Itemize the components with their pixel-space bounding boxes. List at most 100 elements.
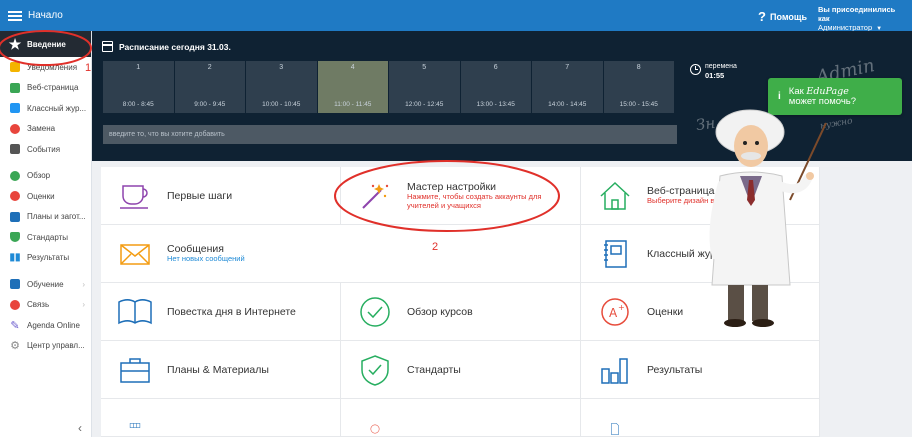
tile-grades[interactable]: A + Оценки <box>581 283 820 341</box>
sidebar-item-plans[interactable]: Планы и загот... <box>0 207 91 228</box>
tile-title: Первые шаги <box>167 189 233 202</box>
sidebar-item-results[interactable]: ▮▮ Результаты <box>0 248 91 269</box>
journal-icon <box>10 103 20 114</box>
period-number: 5 <box>422 64 427 71</box>
help-bubble-prefix: Как <box>788 85 807 97</box>
sidebar-item-substitution[interactable]: Замена <box>0 119 91 140</box>
svg-text:A: A <box>609 306 618 320</box>
sidebar-item-web-page[interactable]: Веб-страница <box>0 78 91 99</box>
shield-check-icon <box>361 354 389 386</box>
sidebar-item-events[interactable]: События <box>0 139 91 160</box>
tile-setup-wizard[interactable]: Мастер настройки Нажмите, чтобы создать … <box>341 167 581 225</box>
break-time: 01:55 <box>705 71 725 80</box>
tile-subtitle: Нет новых сообщений <box>167 254 245 264</box>
period-number: 3 <box>279 64 284 71</box>
tile-results[interactable]: Результаты <box>581 341 820 399</box>
schedule-title-text: Расписание сегодня 31.03. <box>119 41 231 52</box>
check-circle-icon <box>10 170 20 181</box>
sidebar-item-label: Agenda Online <box>27 320 80 330</box>
annotation-number-2: 2 <box>432 241 439 253</box>
person-icon <box>10 123 20 134</box>
tile-partial[interactable] <box>101 399 341 437</box>
sidebar-item-grades[interactable]: Оценки <box>0 186 91 207</box>
period-cell[interactable]: 8 15:00 - 15:45 <box>603 61 674 113</box>
sidebar-item-label: Оценки <box>27 191 55 201</box>
tile-partial[interactable] <box>341 399 581 437</box>
help-bubble[interactable]: i Как EduPage может помочь? <box>768 78 902 115</box>
chevron-right-icon: › <box>82 300 85 310</box>
chevron-right-icon: › <box>82 279 85 289</box>
sidebar-item-communication[interactable]: Связь › <box>0 295 91 316</box>
schedule-title: Расписание сегодня 31.03. <box>102 41 231 52</box>
tile-plans-materials[interactable]: Планы & Материалы <box>101 341 341 399</box>
open-book-icon <box>118 298 152 324</box>
grade-icon <box>10 191 20 202</box>
sidebar-item-control-center[interactable]: ⚙ Центр управл... <box>0 336 91 357</box>
tile-title: Оценки <box>647 305 684 318</box>
tile-title: Планы & Материалы <box>167 363 269 376</box>
menu-icon[interactable] <box>8 10 22 21</box>
sidebar-item-label: Результаты <box>27 253 70 263</box>
calendar-icon <box>102 41 113 52</box>
period-cell[interactable]: 1 8:00 - 8:45 <box>103 61 174 113</box>
sidebar-item-label: Замена <box>27 124 56 134</box>
cup-icon <box>120 184 148 209</box>
svg-text:+: + <box>618 303 625 312</box>
schedule-periods: 1 8:00 - 8:45 2 9:00 - 9:45 3 10:00 - 10:45… <box>103 61 674 113</box>
period-cell[interactable]: 6 13:00 - 13:45 <box>460 61 531 113</box>
help-button[interactable]: ? Помощь <box>758 9 807 24</box>
sidebar-item-label: Введение <box>27 39 66 49</box>
tile-course-overview[interactable]: Обзор курсов <box>341 283 581 341</box>
sidebar-item-label: Связь <box>27 300 50 310</box>
sidebar-item-class-journal[interactable]: Классный жур... <box>0 98 91 119</box>
envelope-icon <box>10 62 20 73</box>
annotation-number-1: 1 <box>85 62 92 74</box>
period-number: 6 <box>493 64 498 71</box>
tile-first-steps[interactable]: Первые шаги <box>101 167 341 225</box>
sidebar-item-label: Обзор <box>27 171 51 181</box>
period-time: 15:00 - 15:45 <box>619 101 658 108</box>
tile-class-journal[interactable]: Классный журнал <box>581 225 820 283</box>
circle-icon <box>370 424 380 434</box>
period-cell-current[interactable]: 4 11:00 - 11:45 <box>317 61 388 113</box>
period-number: 1 <box>136 64 141 71</box>
period-time: 12:00 - 12:45 <box>405 101 444 108</box>
sidebar-item-overview[interactable]: Обзор <box>0 166 91 187</box>
pen-icon: ✎ <box>10 319 20 332</box>
tile-standards[interactable]: Стандарты <box>341 341 581 399</box>
tile-partial[interactable] <box>581 399 820 437</box>
period-cell[interactable]: 3 10:00 - 10:45 <box>246 61 317 113</box>
period-cell[interactable]: 5 12:00 - 12:45 <box>389 61 460 113</box>
tile-online-agenda[interactable]: Повестка дня в Интернете <box>101 283 341 341</box>
sidebar-item-label: Центр управл... <box>27 341 85 351</box>
period-time: 14:00 - 14:45 <box>548 101 587 108</box>
sidebar-item-notifications[interactable]: Уведомления <box>0 57 91 78</box>
tile-messages[interactable]: Сообщения Нет новых сообщений <box>101 225 581 283</box>
add-item-input[interactable]: введите то, что вы хотите добавить <box>103 125 677 144</box>
collapse-sidebar-icon[interactable]: ‹ <box>78 421 82 435</box>
tile-subtitle: Выберите дизайн в <box>647 196 715 206</box>
break-timer: перемена 01:55 <box>690 63 737 80</box>
plans-icon <box>10 211 20 222</box>
sidebar-item-agenda-online[interactable]: ✎ Agenda Online <box>0 315 91 336</box>
tile-subtitle: учителей и учащихся <box>407 200 481 210</box>
sidebar-item-label: Веб-страница <box>27 83 79 93</box>
calendar-icon <box>10 144 20 155</box>
sidebar-item-standards[interactable]: Стандарты <box>0 227 91 248</box>
shield-icon <box>10 232 20 243</box>
sidebar-item-intro[interactable]: ★ Введение <box>0 31 91 57</box>
sidebar-item-label: События <box>27 144 61 154</box>
app-title[interactable]: Начало <box>28 10 63 21</box>
period-number: 7 <box>565 64 570 71</box>
info-icon: i <box>778 91 781 102</box>
briefcase-icon <box>120 357 150 383</box>
chalk-scribble-decoration: нужно <box>819 116 854 132</box>
period-cell[interactable]: 7 14:00 - 14:45 <box>532 61 603 113</box>
user-menu[interactable]: Вы присоединились как Администратор ▼ <box>818 5 902 34</box>
tile-web-page[interactable]: Веб-страница Выберите дизайн в <box>581 167 820 225</box>
period-number: 2 <box>207 64 212 71</box>
help-bubble-line2: может помочь? <box>788 95 857 107</box>
home-icon <box>10 82 20 93</box>
sidebar-item-learning[interactable]: Обучение › <box>0 274 91 295</box>
period-cell[interactable]: 2 9:00 - 9:45 <box>174 61 245 113</box>
